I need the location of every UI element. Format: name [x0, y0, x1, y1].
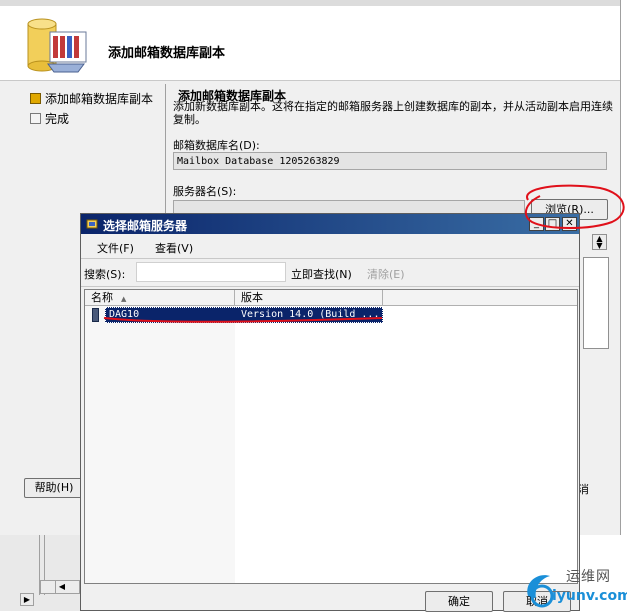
sorted-column-shade	[85, 306, 235, 583]
wizard-header: 添加邮箱数据库副本	[0, 6, 620, 81]
watermark-url: iyunv.com	[552, 588, 627, 604]
search-label: 搜索(S):	[84, 268, 126, 281]
select-mailbox-server-dialog: 选择邮箱服务器 _ □ ✕ 文件(F) 查看(V) 搜索(S): 立即查找(N)…	[80, 213, 580, 612]
scroll-right-icon[interactable]: ▶	[20, 593, 34, 606]
row-server-name: DAG10	[109, 309, 140, 320]
search-input[interactable]	[136, 262, 286, 282]
wizard-cancel-button[interactable]: 消	[578, 480, 614, 500]
step-active-icon	[30, 93, 41, 104]
minimize-icon[interactable]: _	[529, 217, 544, 231]
server-list-grid[interactable]: 名称 ▲ 版本 DAG10 Version 14.0 (Build ...	[84, 289, 578, 584]
ok-button[interactable]: 确定	[425, 591, 493, 612]
watermark: 运维网 iyunv.com	[518, 562, 627, 611]
close-icon[interactable]: ✕	[562, 217, 577, 231]
server-row-icon	[92, 308, 99, 322]
dialog-menubar: 文件(F) 查看(V)	[81, 237, 579, 257]
watermark-brand: 运维网	[566, 569, 611, 585]
menu-file[interactable]: 文件(F)	[97, 240, 134, 256]
db-name-field: Mailbox Database 1205263829	[173, 152, 607, 170]
spin-button[interactable]: ▲ ▼	[592, 234, 607, 250]
dialog-app-icon	[86, 219, 98, 229]
search-separator	[81, 286, 579, 287]
table-row[interactable]: DAG10 Version 14.0 (Build ...	[105, 307, 383, 323]
column-name-label: 名称	[91, 291, 113, 304]
column-version-label: 版本	[241, 291, 263, 304]
db-name-label: 邮箱数据库名(D):	[173, 139, 260, 152]
menu-view[interactable]: 查看(V)	[155, 240, 193, 256]
sort-ascending-icon: ▲	[121, 295, 127, 303]
wizard-title: 添加邮箱数据库副本	[108, 46, 226, 61]
host-window-area	[0, 535, 80, 611]
grid-header: 名称 ▲ 版本	[85, 290, 577, 306]
scroll-left-icon[interactable]: ◀	[55, 580, 68, 594]
server-name-label: 服务器名(S):	[173, 185, 237, 198]
find-now-button[interactable]: 立即查找(N)	[291, 266, 352, 282]
column-header-name[interactable]: 名称 ▲	[85, 290, 235, 305]
column-header-version[interactable]: 版本	[235, 290, 383, 305]
dialog-titlebar[interactable]: 选择邮箱服务器 _ □ ✕	[81, 214, 579, 234]
database-wizard-icon	[27, 18, 87, 73]
clear-button[interactable]: 清除(E)	[367, 266, 405, 282]
dialog-title: 选择邮箱服务器	[103, 219, 188, 233]
row-server-version: Version 14.0 (Build ...	[241, 309, 380, 320]
wizard-step-label: 添加邮箱数据库副本	[45, 92, 154, 106]
wizard-description: 添加新数据库副本。这将在指定的邮箱服务器上创建数据库的副本，并从活动副本启用连续…	[173, 100, 613, 126]
menu-separator	[81, 258, 579, 259]
maximize-icon[interactable]: □	[545, 217, 560, 231]
step-pending-icon	[30, 113, 41, 124]
wizard-step-label: 完成	[45, 112, 70, 126]
wizard-list-box[interactable]	[583, 257, 609, 349]
help-button[interactable]: 帮助(H)	[24, 478, 84, 498]
